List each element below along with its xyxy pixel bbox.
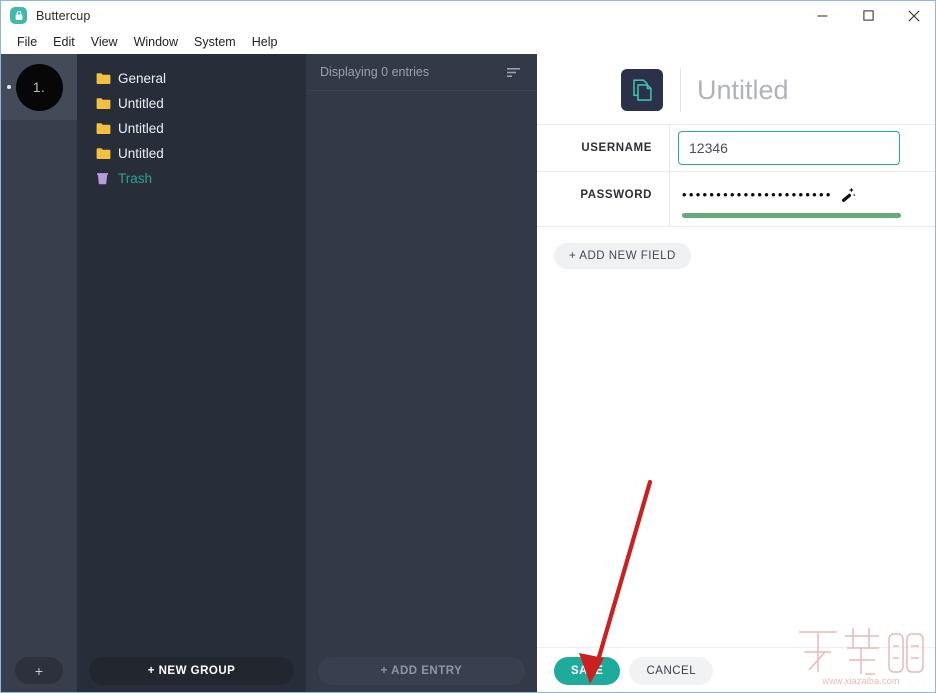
menu-item-help[interactable]: Help bbox=[244, 33, 286, 51]
group-item-untitled-2[interactable]: Untitled bbox=[77, 116, 306, 141]
vault-rail: 1. + bbox=[1, 54, 77, 692]
username-input[interactable]: 12346 bbox=[678, 131, 900, 165]
vault-avatar: 1. bbox=[15, 63, 63, 111]
menu-item-system[interactable]: System bbox=[186, 33, 244, 51]
group-label: Untitled bbox=[118, 121, 164, 136]
password-masked-value[interactable]: •••••••••••••••••••••• bbox=[682, 188, 833, 201]
folder-icon bbox=[96, 97, 111, 111]
menu-item-window[interactable]: Window bbox=[126, 33, 186, 51]
documents-icon bbox=[621, 69, 663, 111]
group-item-untitled-3[interactable]: Untitled bbox=[77, 141, 306, 166]
group-item-trash[interactable]: Trash bbox=[77, 166, 306, 191]
buttercup-window: Buttercup File Edit View Window System H… bbox=[0, 0, 936, 693]
groups-footer: + NEW GROUP bbox=[77, 648, 306, 692]
add-entry-button[interactable]: + ADD ENTRY bbox=[318, 656, 525, 685]
group-label: Untitled bbox=[118, 146, 164, 161]
entry-detail-pane: Untitled USERNAME 12346 PASSWORD •••••••… bbox=[537, 54, 935, 692]
field-row-password: PASSWORD •••••••••••••••••••••• bbox=[537, 172, 935, 227]
menu-bar: File Edit View Window System Help bbox=[1, 30, 935, 54]
trash-icon bbox=[96, 172, 111, 186]
group-label: Untitled bbox=[118, 96, 164, 111]
window-title: Buttercup bbox=[36, 8, 91, 23]
window-controls bbox=[799, 1, 935, 30]
maximize-icon[interactable] bbox=[845, 1, 891, 30]
password-label: PASSWORD bbox=[580, 189, 652, 201]
title-bar: Buttercup bbox=[1, 1, 935, 30]
vault-active-indicator bbox=[7, 85, 11, 89]
password-body: •••••••••••••••••••••• bbox=[669, 172, 935, 226]
folder-icon bbox=[96, 147, 111, 161]
save-button[interactable]: SAVE bbox=[554, 656, 621, 685]
menu-item-edit[interactable]: Edit bbox=[45, 33, 83, 51]
entry-title[interactable]: Untitled bbox=[697, 75, 789, 106]
password-line: •••••••••••••••••••••• bbox=[678, 184, 913, 204]
cancel-button[interactable]: CANCEL bbox=[629, 656, 714, 685]
password-strength-bar bbox=[682, 213, 901, 218]
entry-header: Untitled bbox=[537, 54, 935, 125]
menu-item-file[interactable]: File bbox=[9, 33, 45, 51]
group-label: General bbox=[118, 71, 167, 86]
group-list: General Untitled Untitled Untitled Trash bbox=[77, 54, 306, 191]
new-group-button[interactable]: + NEW GROUP bbox=[89, 656, 294, 685]
minimize-icon[interactable] bbox=[799, 1, 845, 30]
add-vault-wrap: + bbox=[1, 648, 77, 692]
add-field-wrap: + ADD NEW FIELD bbox=[537, 227, 935, 269]
entries-header: Displaying 0 entries bbox=[306, 54, 537, 91]
menu-item-view[interactable]: View bbox=[83, 33, 126, 51]
groups-panel: General Untitled Untitled Untitled Trash… bbox=[77, 54, 306, 692]
group-label: Trash bbox=[118, 171, 153, 186]
close-icon[interactable] bbox=[891, 1, 935, 30]
main-region: 1. + General Untitled Untitled Untitled … bbox=[1, 54, 935, 692]
magic-wand-icon[interactable] bbox=[840, 186, 856, 202]
folder-icon bbox=[96, 122, 111, 136]
group-item-untitled-1[interactable]: Untitled bbox=[77, 91, 306, 116]
add-vault-button[interactable]: + bbox=[15, 657, 63, 684]
entries-panel: Displaying 0 entries + ADD ENTRY bbox=[306, 54, 537, 692]
add-new-field-button[interactable]: + ADD NEW FIELD bbox=[554, 243, 691, 269]
entries-count-label: Displaying 0 entries bbox=[320, 65, 430, 79]
group-item-general[interactable]: General bbox=[77, 66, 306, 91]
header-divider bbox=[680, 68, 681, 112]
entries-footer: + ADD ENTRY bbox=[306, 648, 537, 692]
field-row-username: USERNAME 12346 bbox=[537, 125, 935, 172]
username-body: 12346 bbox=[669, 125, 935, 171]
vault-item-1[interactable]: 1. bbox=[1, 54, 77, 120]
detail-footer: SAVE CANCEL bbox=[537, 647, 935, 692]
sort-icon[interactable] bbox=[506, 67, 521, 78]
username-label: USERNAME bbox=[581, 142, 652, 154]
app-lock-icon bbox=[10, 7, 27, 24]
folder-icon bbox=[96, 72, 111, 86]
